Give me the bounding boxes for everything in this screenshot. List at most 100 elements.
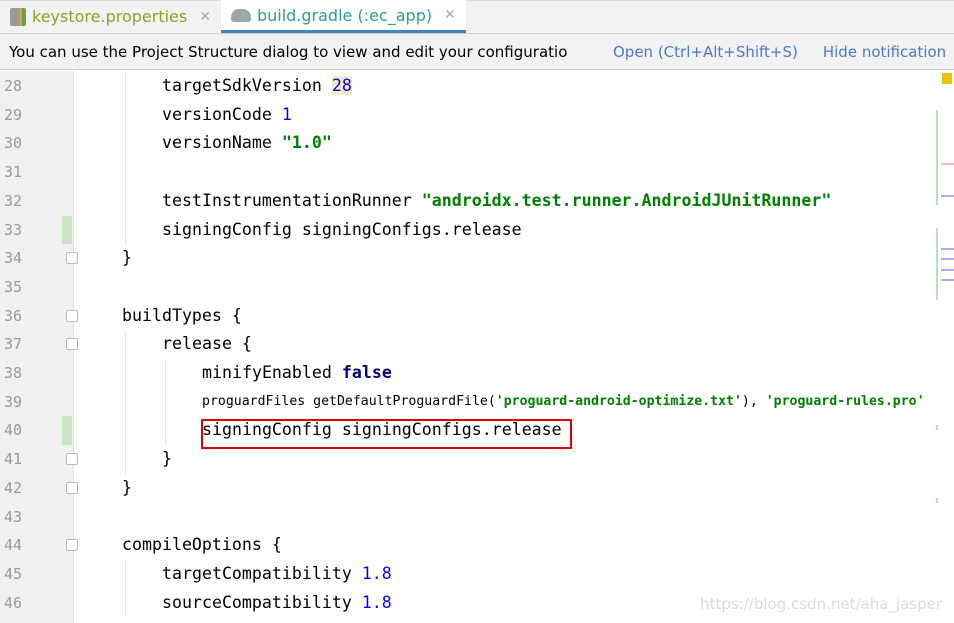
marker: [941, 258, 954, 260]
code-token: sourceCompatibility: [162, 592, 362, 612]
line-number: 46: [4, 593, 23, 612]
code-token: 1: [281, 104, 292, 124]
code-token: }: [122, 477, 132, 497]
line-number: 45: [4, 564, 23, 583]
indent-guide: [125, 559, 126, 618]
line-number: 41: [4, 450, 23, 469]
indent-guide: [125, 72, 126, 245]
line-number: 30: [4, 134, 23, 153]
notification-bar: You can use the Project Structure dialog…: [0, 34, 954, 70]
line-number: 42: [4, 478, 23, 497]
line-number: 43: [4, 507, 23, 526]
line-number: 40: [4, 421, 23, 440]
code-token: release {: [162, 334, 252, 354]
code-line[interactable]: }: [122, 244, 132, 273]
code-token: ),: [741, 393, 766, 409]
indent-guide: [125, 330, 126, 474]
code-token: 1.8: [361, 592, 392, 612]
editor-tabs: keystore.properties ✕ build.gradle (:ec_…: [0, 0, 954, 34]
code-line[interactable]: }: [162, 445, 172, 474]
code-token: proguardFiles getDefaultProguardFile(: [202, 393, 496, 409]
code-line[interactable]: sourceCompatibility 1.8: [162, 589, 392, 618]
code-token: signingConfig signingConfigs.release: [162, 219, 522, 239]
code-line[interactable]: proguardFiles getDefaultProguardFile('pr…: [202, 388, 925, 417]
code-token: 'proguard-android-optimize.txt': [495, 393, 742, 409]
fold-icon[interactable]: [66, 481, 78, 494]
code-token: 'proguard-rules.pro': [765, 393, 925, 409]
code-line[interactable]: targetSdkVersion 28: [162, 72, 352, 101]
change-marker: [936, 228, 938, 300]
marker: [941, 279, 954, 281]
line-gutter: 28 29 30 31 32 33 34 35 36 37 38 39 40 41 42 43 44 45 46: [0, 71, 78, 623]
code-token: minifyEnabled: [202, 363, 342, 382]
line-number: 35: [4, 277, 23, 296]
change-marker: [936, 425, 938, 430]
code-area[interactable]: targetSdkVersion 28 versionCode 1 versionN…: [82, 71, 932, 623]
properties-file-icon: [10, 7, 26, 26]
change-marker: [62, 416, 72, 446]
marker: [941, 163, 954, 165]
open-project-structure-link[interactable]: Open (Ctrl+Alt+Shift+S): [613, 43, 798, 61]
gradle-elephant-icon: [230, 8, 251, 22]
watermark: https://blog.csdn.net/aha_jasper: [700, 595, 942, 613]
hide-notification-link[interactable]: Hide notification: [823, 43, 946, 61]
fold-icon[interactable]: [66, 453, 78, 466]
warning-marker[interactable]: [942, 73, 952, 84]
close-icon[interactable]: ✕: [199, 9, 211, 25]
tab-label: keystore.properties: [32, 7, 188, 26]
code-token: targetSdkVersion: [162, 76, 332, 95]
code-token: "1.0": [281, 133, 332, 153]
line-number: 39: [4, 392, 23, 411]
code-token: false: [341, 363, 392, 382]
code-line[interactable]: release {: [162, 330, 252, 359]
line-number: 38: [4, 364, 23, 382]
marker: [941, 248, 954, 250]
fold-icon[interactable]: [66, 252, 78, 265]
line-number: 28: [4, 77, 23, 95]
code-token: compileOptions {: [122, 535, 282, 555]
line-number: 33: [4, 220, 23, 239]
code-editor[interactable]: 28 29 30 31 32 33 34 35 36 37 38 39 40 41 42 43 44 45 46 t…: [0, 71, 954, 623]
code-token: 1.8: [361, 563, 392, 583]
error-stripe[interactable]: [942, 71, 954, 623]
code-token: targetCompatibility: [162, 563, 362, 583]
fold-icon[interactable]: [66, 539, 78, 552]
code-token: "androidx.test.runner.AndroidJUnitRunner…: [421, 190, 832, 210]
code-line[interactable]: minifyEnabled false: [202, 359, 392, 388]
fold-icon[interactable]: [66, 309, 78, 322]
code-line[interactable]: testInstrumentationRunner "androidx.test…: [162, 187, 831, 216]
tab-build-gradle[interactable]: build.gradle (:ec_app) ✕: [220, 0, 466, 33]
line-number: 31: [4, 163, 23, 182]
code-line[interactable]: buildTypes {: [122, 302, 242, 331]
line-number: 37: [4, 335, 23, 354]
line-number: 32: [4, 191, 23, 210]
indent-guide: [165, 359, 166, 446]
line-number: 44: [4, 536, 23, 555]
code-token: versionCode: [162, 104, 282, 124]
code-token: }: [122, 248, 132, 268]
close-icon[interactable]: ✕: [444, 7, 456, 23]
code-token: 28: [331, 76, 352, 95]
line-number: 34: [4, 249, 23, 268]
code-line[interactable]: targetCompatibility 1.8: [162, 560, 392, 589]
code-token: buildTypes {: [122, 305, 242, 325]
marker: [941, 269, 954, 271]
line-number: 36: [4, 306, 23, 325]
code-token: versionName: [162, 133, 282, 153]
code-line[interactable]: signingConfig signingConfigs.release: [162, 216, 522, 245]
fold-icon[interactable]: [66, 338, 78, 351]
tab-keystore-properties[interactable]: keystore.properties ✕: [0, 0, 221, 33]
code-line[interactable]: }: [122, 474, 132, 503]
line-number: 29: [4, 105, 23, 124]
code-line[interactable]: versionName "1.0": [162, 129, 332, 158]
code-line[interactable]: versionCode 1: [162, 101, 292, 130]
highlight-box: [201, 419, 572, 449]
code-token: }: [162, 449, 172, 469]
change-marker: [936, 498, 938, 503]
marker: [941, 195, 954, 197]
code-line[interactable]: compileOptions {: [122, 531, 282, 560]
change-marker: [62, 215, 72, 245]
notification-message: You can use the Project Structure dialog…: [9, 42, 568, 61]
change-marker: [936, 110, 938, 205]
code-token: testInstrumentationRunner: [162, 190, 422, 210]
